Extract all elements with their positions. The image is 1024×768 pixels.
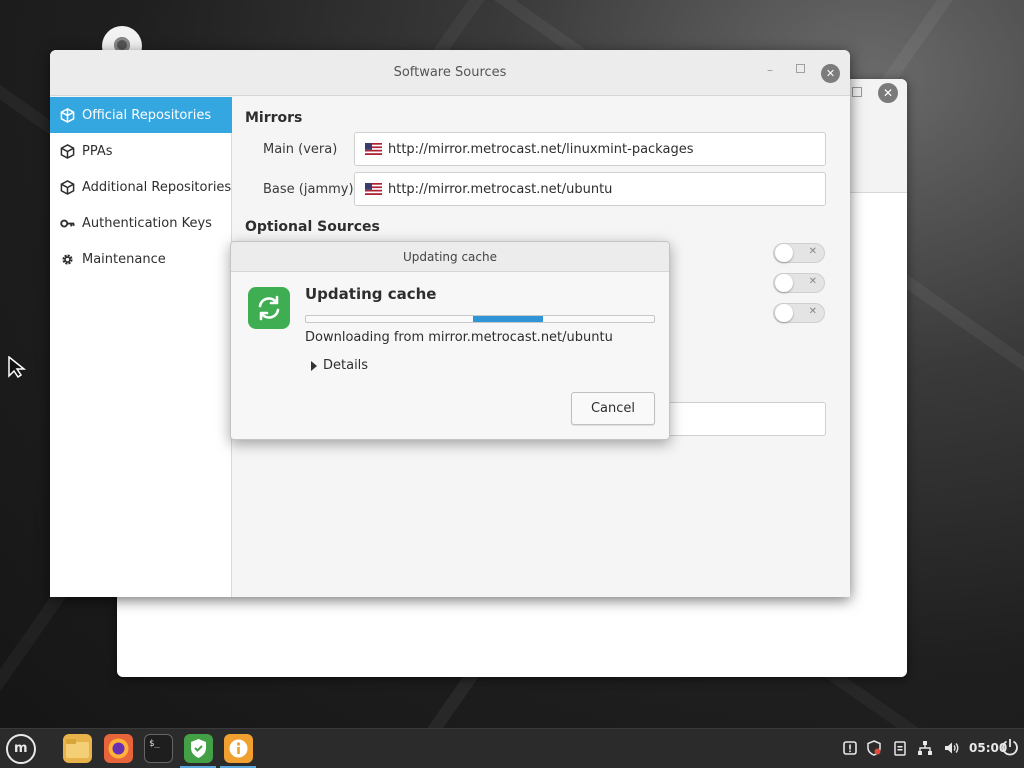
- sidebar-item-label: PPAs: [82, 143, 113, 159]
- refresh-icon: [248, 287, 290, 329]
- clipboard-icon[interactable]: [892, 740, 908, 756]
- package-icon: [60, 107, 75, 123]
- sidebar: Official Repositories PPAs Additional Re…: [50, 97, 232, 597]
- base-mirror-label: Base (jammy): [263, 182, 354, 197]
- dialog-titlebar[interactable]: Updating cache: [231, 242, 669, 272]
- mint-menu-button[interactable]: m: [6, 734, 36, 764]
- base-mirror-url: http://mirror.metrocast.net/ubuntu: [388, 181, 613, 197]
- taskbar: m $_ 05:00: [0, 728, 1024, 768]
- dialog-status-message: Downloading from mirror.metrocast.net/ub…: [305, 330, 613, 345]
- update-manager-icon[interactable]: [184, 734, 213, 763]
- update-shield-tray-icon[interactable]: [866, 740, 882, 756]
- us-flag-icon: [365, 183, 382, 195]
- power-icon[interactable]: [1000, 737, 1020, 757]
- dialog-title: Updating cache: [403, 250, 497, 264]
- terminal-icon[interactable]: $_: [144, 734, 173, 763]
- sidebar-item-ppas[interactable]: PPAs: [50, 133, 232, 169]
- updating-cache-dialog: Updating cache Updating cache Downloadin…: [230, 241, 670, 440]
- optional-sources-heading: Optional Sources: [245, 219, 380, 235]
- us-flag-icon: [365, 143, 382, 155]
- optional-source-toggle-1[interactable]: ✕: [773, 243, 825, 263]
- main-mirror-field[interactable]: http://mirror.metrocast.net/linuxmint-pa…: [354, 132, 826, 166]
- gear-icon: [62, 253, 73, 265]
- optional-source-toggle-2[interactable]: ✕: [773, 273, 825, 293]
- sidebar-item-official-repositories[interactable]: Official Repositories: [50, 97, 232, 133]
- background-close-button[interactable]: ✕: [878, 83, 898, 103]
- dialog-heading: Updating cache: [305, 285, 437, 303]
- notifications-icon[interactable]: [842, 740, 858, 756]
- volume-icon[interactable]: [943, 740, 959, 756]
- expander-arrow-icon: [311, 360, 317, 371]
- sidebar-item-label: Additional Repositories: [82, 179, 232, 195]
- sidebar-item-maintenance[interactable]: Maintenance: [50, 241, 232, 277]
- window-title: Software Sources: [393, 65, 507, 80]
- optional-source-toggle-3[interactable]: ✕: [773, 303, 825, 323]
- window-titlebar[interactable]: Software Sources – ✕: [50, 50, 850, 96]
- network-icon[interactable]: [917, 740, 933, 756]
- sidebar-item-additional-repositories[interactable]: Additional Repositories: [50, 169, 232, 205]
- background-maximize-button[interactable]: [852, 87, 862, 97]
- mirrors-heading: Mirrors: [245, 110, 303, 126]
- sidebar-item-authentication-keys[interactable]: Authentication Keys: [50, 205, 232, 241]
- package-icon: [60, 143, 75, 159]
- sidebar-item-label: Authentication Keys: [82, 215, 212, 231]
- minimize-button[interactable]: –: [767, 63, 773, 77]
- sidebar-item-label: Maintenance: [82, 251, 166, 267]
- files-icon[interactable]: [63, 734, 92, 763]
- close-button[interactable]: ✕: [821, 64, 840, 83]
- base-mirror-field[interactable]: http://mirror.metrocast.net/ubuntu: [354, 172, 826, 206]
- mouse-cursor-icon: [8, 356, 26, 378]
- maximize-button[interactable]: [796, 64, 805, 73]
- package-icon: [60, 179, 75, 195]
- info-icon[interactable]: [224, 734, 253, 763]
- firefox-icon[interactable]: [104, 734, 133, 763]
- details-expander[interactable]: Details: [311, 358, 368, 373]
- cancel-button[interactable]: Cancel: [571, 392, 655, 425]
- progress-bar: [305, 315, 655, 323]
- details-label: Details: [323, 358, 369, 373]
- key-icon: [60, 219, 75, 227]
- sidebar-item-label: Official Repositories: [82, 107, 212, 123]
- main-mirror-url: http://mirror.metrocast.net/linuxmint-pa…: [388, 141, 694, 157]
- main-mirror-label: Main (vera): [263, 142, 338, 157]
- progress-pulse: [473, 316, 543, 322]
